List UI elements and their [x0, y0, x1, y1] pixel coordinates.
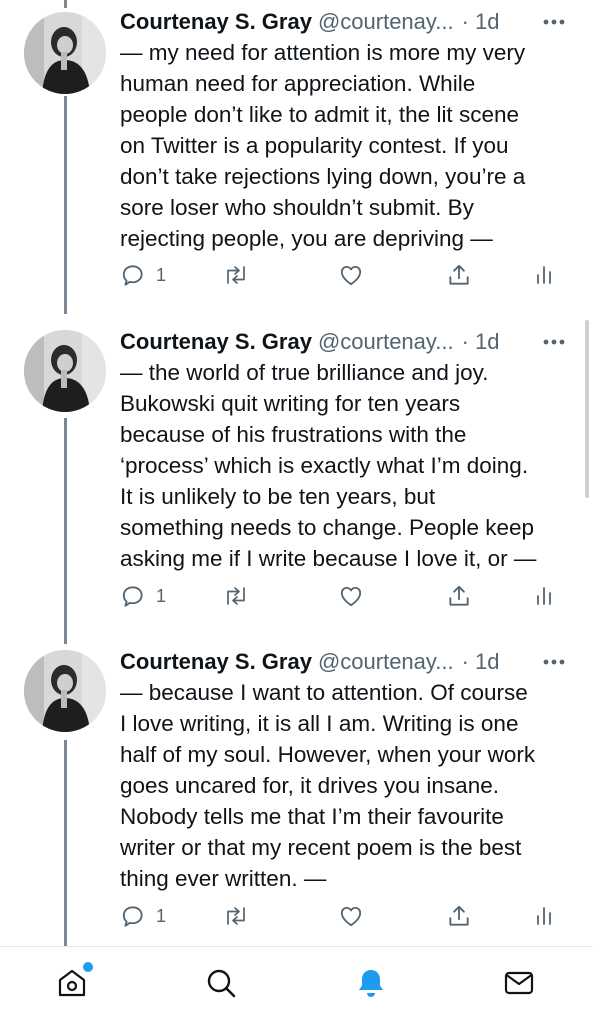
tweet-text: — the world of true brilliance and joy. … — [120, 357, 580, 574]
retweet-icon — [222, 583, 250, 609]
share-icon — [446, 583, 472, 609]
nav-search[interactable] — [199, 963, 243, 1007]
reply-count: 1 — [156, 905, 167, 926]
search-icon — [203, 965, 239, 1006]
tweet-line: on Twitter is a popularity contest. If y… — [120, 133, 509, 158]
tweet-line: writer or that my recent poem is the bes… — [120, 835, 522, 860]
retweet-button[interactable] — [222, 579, 250, 613]
like-icon — [338, 583, 364, 609]
tweet-actions: 1 — [120, 579, 560, 613]
avatar[interactable] — [24, 330, 106, 412]
like-icon — [338, 903, 364, 929]
more-icon[interactable] — [540, 325, 568, 359]
retweet-icon — [222, 903, 250, 929]
author-handle[interactable]: @courtenay... — [318, 649, 454, 675]
tweet-line: asking me if I write because I love it, … — [120, 546, 537, 571]
tweet-line: something needs to change. People keep — [120, 515, 535, 540]
reply-count: 1 — [156, 264, 167, 285]
like-button[interactable] — [338, 899, 364, 933]
reply-button[interactable]: 1 — [120, 899, 166, 933]
like-button[interactable] — [338, 258, 364, 292]
avatar[interactable] — [24, 12, 106, 94]
more-icon[interactable] — [540, 645, 568, 679]
analytics-icon — [534, 262, 554, 288]
tweet-line: — the world of true brilliance and joy. — [120, 360, 489, 385]
share-button[interactable] — [446, 258, 472, 292]
author-name[interactable]: Courtenay S. Gray — [120, 329, 312, 355]
tweet-line: ‘process’ which is exactly what I’m doin… — [120, 453, 529, 478]
share-icon — [446, 903, 472, 929]
tweet-line: rejecting people, you are depriving — — [120, 226, 493, 251]
tweet-header: Courtenay S. Gray @courtenay... · 1d — [120, 325, 500, 359]
nav-home[interactable] — [50, 962, 94, 1007]
tweet-text: — because I want to attention. Of course… — [120, 677, 580, 894]
tweet-line: Nobody tells me that I’m their favourite — [120, 804, 504, 829]
tweet-line: because of his frustrations with the — [120, 422, 467, 447]
reply-icon — [120, 262, 146, 288]
tweet[interactable]: Courtenay S. Gray @courtenay... · 1d — b… — [0, 645, 593, 945]
reply-icon — [120, 903, 146, 929]
analytics-icon — [534, 583, 554, 609]
timestamp[interactable]: · 1d — [462, 649, 500, 675]
retweet-icon — [222, 262, 250, 288]
bottom-nav — [0, 947, 593, 1024]
nav-messages[interactable] — [497, 963, 541, 1007]
tweet-line: It is unlikely to be ten years, but — [120, 484, 436, 509]
author-handle[interactable]: @courtenay... — [318, 9, 454, 35]
scrollbar[interactable] — [585, 320, 589, 498]
author-name[interactable]: Courtenay S. Gray — [120, 649, 312, 675]
tweet-line: Bukowski quit writing for ten years — [120, 391, 461, 416]
reply-button[interactable]: 1 — [120, 579, 166, 613]
tweet-actions: 1 — [120, 258, 560, 292]
tweet[interactable]: Courtenay S. Gray @courtenay... · 1d — t… — [0, 325, 593, 625]
tweet-line: I love writing, it is all I am. Writing … — [120, 711, 519, 736]
reply-button[interactable]: 1 — [120, 258, 166, 292]
tweet-line: thing ever written. — — [120, 866, 327, 891]
tweet-line: human need for appreciation. While — [120, 71, 476, 96]
tweet-header: Courtenay S. Gray @courtenay... · 1d — [120, 5, 500, 39]
share-icon — [446, 262, 472, 288]
timestamp[interactable]: · 1d — [462, 329, 500, 355]
tweet-line: — because I want to attention. Of course — [120, 680, 528, 705]
analytics-icon — [534, 903, 554, 929]
analytics-button[interactable] — [534, 899, 554, 933]
tweet-line: don’t take rejections lying down, you’re… — [120, 164, 526, 189]
tweet-line: goes uncared for, it drives you insane. — [120, 773, 499, 798]
share-button[interactable] — [446, 579, 472, 613]
tweet-actions: 1 — [120, 899, 560, 933]
tweet-header: Courtenay S. Gray @courtenay... · 1d — [120, 645, 500, 679]
author-name[interactable]: Courtenay S. Gray — [120, 9, 312, 35]
tweet-text: — my need for attention is more my very … — [120, 37, 580, 254]
reply-icon — [120, 583, 146, 609]
retweet-button[interactable] — [222, 899, 250, 933]
more-icon[interactable] — [540, 5, 568, 39]
author-handle[interactable]: @courtenay... — [318, 329, 454, 355]
tweet-line: half of my soul. However, when your work — [120, 742, 536, 767]
tweet[interactable]: Courtenay S. Gray @courtenay... · 1d — m… — [0, 5, 593, 305]
notifications-icon — [353, 965, 389, 1006]
timestamp[interactable]: · 1d — [462, 9, 500, 35]
analytics-button[interactable] — [534, 258, 554, 292]
avatar[interactable] — [24, 650, 106, 732]
retweet-button[interactable] — [222, 258, 250, 292]
tweet-line: — my need for attention is more my very — [120, 40, 526, 65]
like-icon — [338, 262, 364, 288]
analytics-button[interactable] — [534, 579, 554, 613]
tweet-line: people don’t like to admit it, the lit s… — [120, 102, 519, 127]
tweet-line: sore loser who shouldn’t submit. By — [120, 195, 474, 220]
home-notification-dot — [83, 962, 93, 972]
like-button[interactable] — [338, 579, 364, 613]
nav-notifications[interactable] — [349, 963, 393, 1007]
share-button[interactable] — [446, 899, 472, 933]
reply-count: 1 — [156, 585, 167, 606]
messages-icon — [501, 965, 537, 1006]
